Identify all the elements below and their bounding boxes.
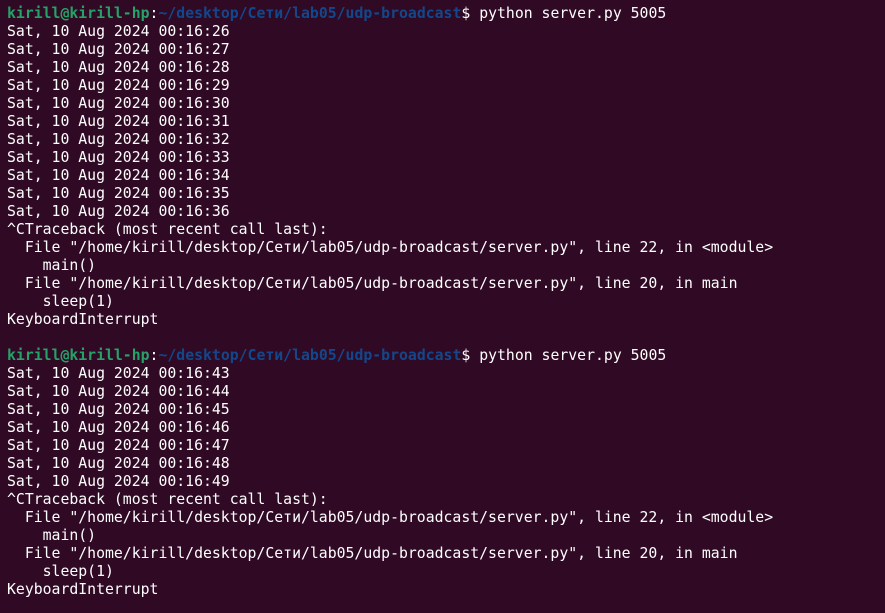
output-line: Sat, 10 Aug 2024 00:16:49 (7, 473, 230, 490)
command-text: python server.py 5005 (470, 347, 667, 364)
output-line: ^CTraceback (most recent call last): (7, 491, 328, 508)
prompt-user-host: kirill@kirill-hp (7, 5, 150, 22)
output-line: Sat, 10 Aug 2024 00:16:43 (7, 365, 230, 382)
prompt-symbol: $ (461, 5, 471, 22)
prompt-line: kirill@kirill-hp:~/desktop/Сети/lab05/ud… (7, 5, 885, 23)
output-line: Sat, 10 Aug 2024 00:16:28 (7, 59, 230, 76)
output-line: Sat, 10 Aug 2024 00:16:30 (7, 95, 230, 112)
output-line: File "/home/kirill/desktop/Сети/lab05/ud… (7, 239, 774, 256)
output-line: Sat, 10 Aug 2024 00:16:34 (7, 167, 230, 184)
output-line: Sat, 10 Aug 2024 00:16:29 (7, 77, 230, 94)
output-line: File "/home/kirill/desktop/Сети/lab05/ud… (7, 545, 738, 562)
output-line: File "/home/kirill/desktop/Сети/lab05/ud… (7, 509, 774, 526)
output-line: main() (7, 257, 97, 274)
output-line: Sat, 10 Aug 2024 00:16:47 (7, 437, 230, 454)
command-text: python server.py 5005 (470, 5, 667, 22)
output-line: Sat, 10 Aug 2024 00:16:44 (7, 383, 230, 400)
prompt-line: kirill@kirill-hp:~/desktop/Сети/lab05/ud… (7, 347, 885, 365)
output-line: Sat, 10 Aug 2024 00:16:36 (7, 203, 230, 220)
prompt-symbol: $ (461, 347, 471, 364)
prompt-user-host: kirill@kirill-hp (7, 347, 150, 364)
output-line: Sat, 10 Aug 2024 00:16:33 (7, 149, 230, 166)
output-line: Sat, 10 Aug 2024 00:16:26 (7, 23, 230, 40)
output-line: Sat, 10 Aug 2024 00:16:31 (7, 113, 230, 130)
output-line: KeyboardInterrupt (7, 581, 159, 598)
terminal-window[interactable]: kirill@kirill-hp:~/desktop/Сети/lab05/ud… (0, 0, 885, 613)
output-line: Sat, 10 Aug 2024 00:16:46 (7, 419, 230, 436)
output-line: Sat, 10 Aug 2024 00:16:27 (7, 41, 230, 58)
output-line: sleep(1) (7, 563, 114, 580)
output-line: KeyboardInterrupt (7, 311, 159, 328)
output-line: File "/home/kirill/desktop/Сети/lab05/ud… (7, 275, 738, 292)
output-line: Sat, 10 Aug 2024 00:16:45 (7, 401, 230, 418)
output-line: sleep(1) (7, 293, 114, 310)
output-line: main() (7, 527, 97, 544)
output-line: Sat, 10 Aug 2024 00:16:48 (7, 455, 230, 472)
output-line: Sat, 10 Aug 2024 00:16:35 (7, 185, 230, 202)
prompt-path: ~/desktop/Сети/lab05/udp-broadcast (158, 347, 462, 364)
output-line: Sat, 10 Aug 2024 00:16:32 (7, 131, 230, 148)
prompt-path: ~/desktop/Сети/lab05/udp-broadcast (158, 5, 462, 22)
output-line: ^CTraceback (most recent call last): (7, 221, 328, 238)
